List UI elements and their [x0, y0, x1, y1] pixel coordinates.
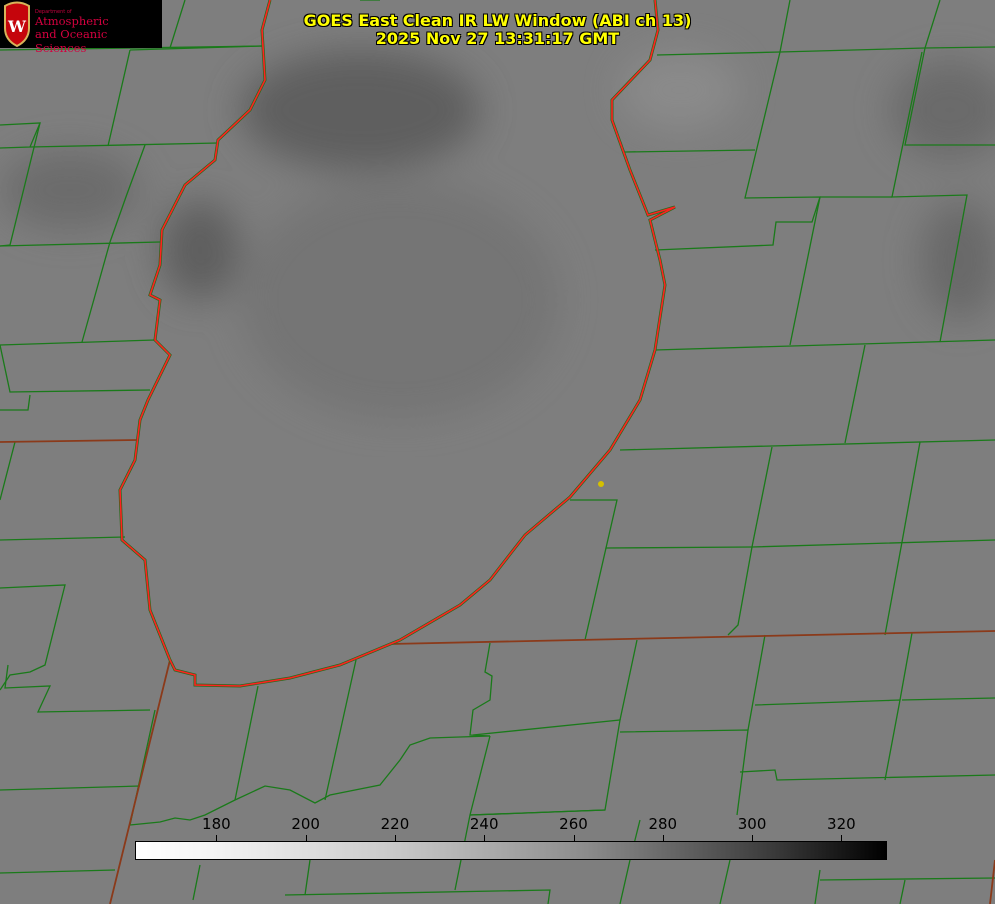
colorbar-tick-mark [394, 835, 396, 841]
colorbar-tick-mark [752, 835, 754, 841]
cloud-texture [0, 50, 995, 420]
colorbar-tick-mark [662, 835, 664, 841]
colorbar-tick-mark [305, 835, 307, 841]
colorbar [135, 841, 887, 860]
colorbar-tick-mark [573, 835, 575, 841]
colorbar-tick-label: 320 [827, 815, 856, 833]
station-marker [598, 481, 604, 487]
colorbar-tick-label: 260 [559, 815, 588, 833]
colorbar-tick-mark [841, 835, 843, 841]
colorbar-tick-label: 240 [469, 815, 499, 833]
state-lines [0, 439, 995, 904]
county-lines [0, 0, 995, 904]
image-timestamp: 2025 Nov 27 13:31:17 GMT [375, 29, 620, 48]
colorbar-tick-mark [484, 835, 486, 841]
colorbar-tick-label: 280 [648, 815, 678, 833]
colorbar-tick-label: 180 [202, 815, 231, 833]
colorbar-tick-label: 220 [380, 815, 410, 833]
image-title: GOES East Clean IR LW Window (ABI ch 13) [303, 11, 692, 30]
colorbar-tick-label: 300 [737, 815, 767, 833]
colorbar-tick-mark [216, 835, 218, 841]
satellite-map [0, 0, 995, 904]
colorbar-tick-label: 200 [291, 815, 320, 833]
